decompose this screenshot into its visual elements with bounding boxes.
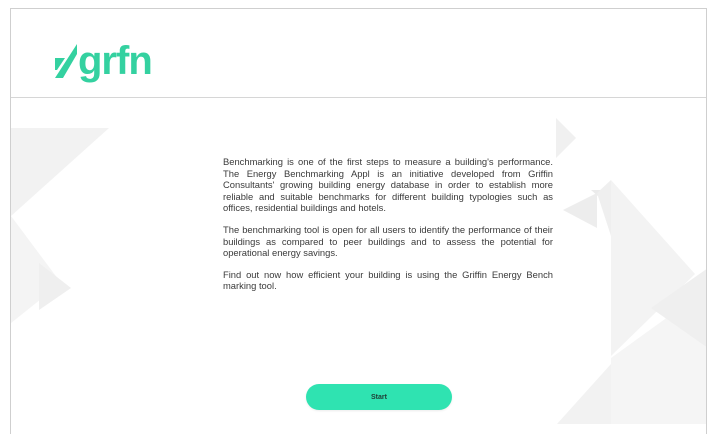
intro-paragraph: Benchmarking is one of the first steps t…	[223, 156, 553, 214]
intro-paragraph: The benchmarking tool is open for all us…	[223, 223, 553, 259]
start-button[interactable]: Start	[306, 384, 452, 410]
brand-logo: grfn	[55, 31, 153, 83]
brand-name: grfn	[78, 39, 153, 83]
leaf-logo-icon	[55, 44, 77, 78]
intro-paragraph: Find out now how efficient your building…	[223, 268, 553, 292]
intro-text: Benchmarking is one of the first steps t…	[223, 156, 553, 302]
header: grfn	[11, 9, 706, 98]
app-frame: grfn Benchmarking is one of the first st…	[10, 8, 707, 434]
